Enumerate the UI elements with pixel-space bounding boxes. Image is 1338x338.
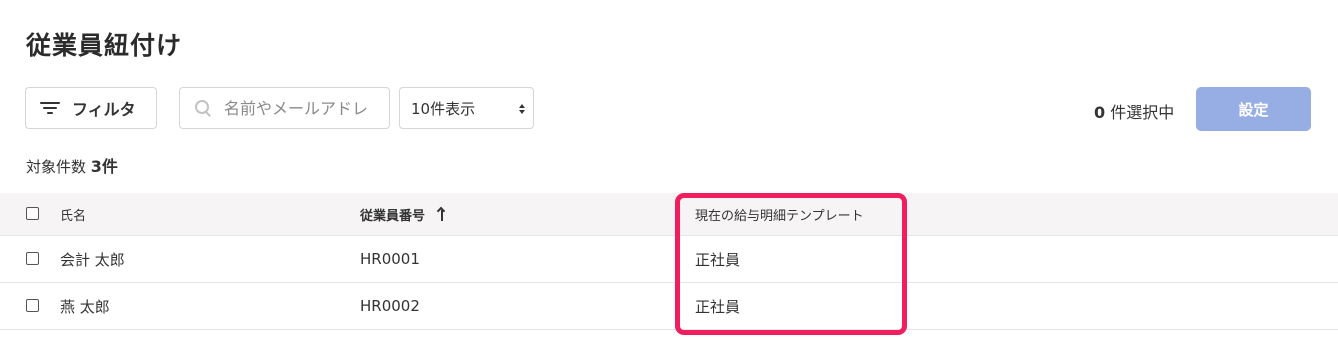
- column-header-employee-number[interactable]: 従業員番号: [360, 193, 447, 235]
- search-input[interactable]: [224, 98, 384, 118]
- cell-employee-number: HR0002: [360, 283, 420, 329]
- column-header-current-template: 現在の給与明細テンプレート: [695, 193, 864, 235]
- employee-name: 燕 太郎: [60, 297, 110, 316]
- selected-count-number: 0: [1094, 103, 1106, 122]
- per-page-selected-value: 10件表示: [411, 99, 476, 118]
- cell-template: 正社員: [695, 283, 740, 329]
- filter-button[interactable]: フィルタ: [25, 87, 157, 129]
- row-checkbox[interactable]: [26, 252, 39, 265]
- column-header-label: 氏名: [60, 208, 87, 224]
- cell-employee-number: HR0001: [360, 236, 420, 282]
- column-header-label: 従業員番号: [360, 208, 426, 224]
- row-checkbox[interactable]: [26, 299, 39, 312]
- set-button[interactable]: 設定: [1196, 87, 1311, 131]
- filter-icon: [40, 101, 60, 115]
- current-template: 正社員: [695, 250, 741, 269]
- column-header-name: 氏名: [60, 193, 86, 235]
- search-icon: [194, 99, 212, 117]
- cell-name: 会計 太郎: [60, 236, 125, 282]
- cell-name: 燕 太郎: [60, 283, 110, 329]
- select-updown-icon: [519, 104, 525, 114]
- selected-count-suffix: 件選択中: [1105, 103, 1175, 122]
- current-template: 正社員: [695, 297, 741, 316]
- target-count-value: 3件: [90, 157, 118, 176]
- target-count: 対象件数 3件: [26, 153, 118, 177]
- table-row: 燕 太郎 HR0002 正社員: [0, 283, 1338, 330]
- sort-ascending-icon[interactable]: [436, 206, 447, 221]
- employee-name: 会計 太郎: [60, 250, 125, 269]
- employee-table: 氏名 従業員番号 現在の給与明細テンプレート 会計 太郎 HR0001 正社員 …: [0, 193, 1338, 330]
- cell-template: 正社員: [695, 236, 740, 282]
- employee-number: HR0002: [360, 297, 420, 315]
- employee-number: HR0001: [360, 250, 420, 268]
- filter-button-label: フィルタ: [72, 100, 136, 119]
- selected-count: 0 件選択中: [1094, 99, 1174, 123]
- toolbar: フィルタ 10件表示 0 件選択中 設定: [0, 87, 1338, 131]
- column-header-label: 現在の給与明細テンプレート: [695, 208, 864, 224]
- per-page-select[interactable]: 10件表示: [399, 87, 534, 129]
- target-count-label: 対象件数: [26, 158, 91, 176]
- select-all-checkbox[interactable]: [26, 207, 39, 220]
- table-row: 会計 太郎 HR0001 正社員: [0, 236, 1338, 283]
- search-box[interactable]: [179, 87, 390, 129]
- table-header: 氏名 従業員番号 現在の給与明細テンプレート: [0, 193, 1338, 236]
- page-title: 従業員紐付け: [26, 31, 183, 60]
